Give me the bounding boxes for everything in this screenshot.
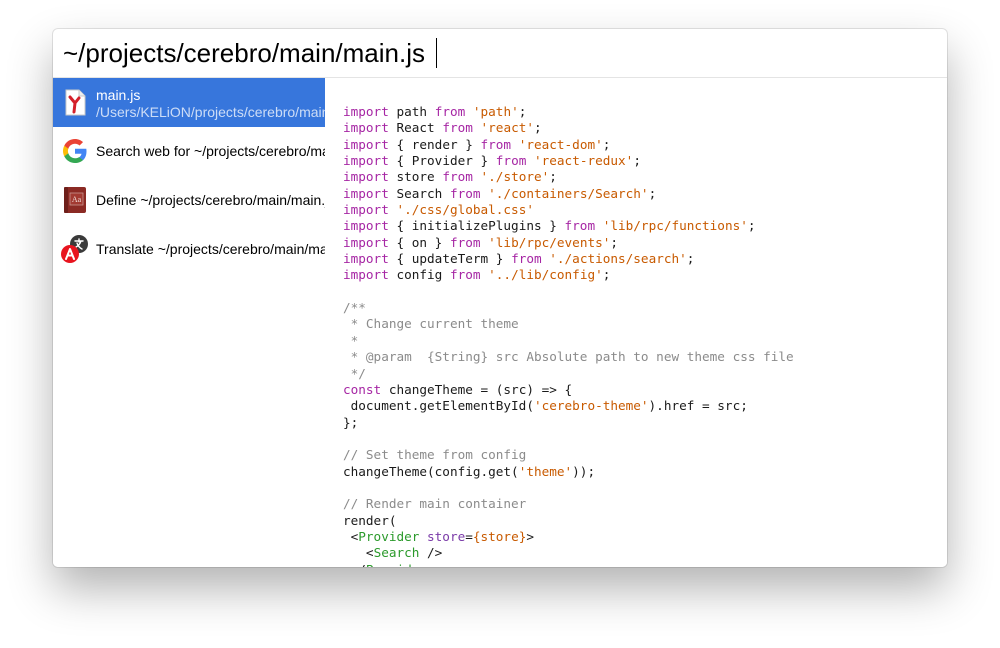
code-line: import './css/global.css': [343, 202, 534, 218]
code-line: import path from 'path';: [343, 104, 527, 119]
search-bar: [53, 29, 947, 78]
code-line: import Search from './containers/Search'…: [343, 185, 657, 201]
result-item-define[interactable]: Aa Define ~/projects/cerebro/main/main.j…: [53, 176, 325, 225]
results-list: main.js /Users/KELiON/projects/cerebro/m…: [53, 78, 325, 567]
result-item-file[interactable]: main.js /Users/KELiON/projects/cerebro/m…: [53, 78, 325, 127]
code-line: * Change current theme: [343, 316, 519, 332]
code-line: import { updateTerm } from './actions/se…: [343, 251, 695, 267]
code-line: document.getElementById('cerebro-theme')…: [343, 398, 748, 414]
file-icon: [59, 86, 91, 118]
launcher-window: main.js /Users/KELiON/projects/cerebro/m…: [53, 29, 947, 567]
result-title: Translate ~/projects/cerebro/main/main.j…: [96, 241, 325, 257]
code-line: import { render } from 'react-dom';: [343, 136, 611, 152]
search-input[interactable]: [63, 35, 923, 71]
code-line: <Provider store={store}>: [343, 528, 534, 544]
result-title: Search web for ~/projects/cerebro/main/m…: [96, 143, 325, 159]
translate-icon: [59, 233, 91, 265]
result-item-translate[interactable]: Translate ~/projects/cerebro/main/main.j…: [53, 225, 325, 274]
svg-text:Aa: Aa: [72, 195, 82, 204]
code-line: /**: [343, 300, 366, 316]
code-line: // Render main container: [343, 496, 527, 512]
code-line: import store from './store';: [343, 169, 557, 185]
google-icon: [59, 135, 91, 167]
code-line: // Set theme from config: [343, 447, 527, 463]
code-line: * @param {String} src Absolute path to n…: [343, 349, 794, 365]
code-line: */: [343, 365, 366, 381]
file-preview: import path from 'path'; import React fro…: [325, 78, 947, 567]
code-line: import { Provider } from 'react-redux';: [343, 153, 641, 169]
text-caret: [436, 38, 437, 68]
code-line: import React from 'react';: [343, 120, 542, 136]
code-line: const changeTheme = (src) => {: [343, 381, 573, 397]
code-line: import config from '../lib/config';: [343, 267, 611, 283]
code-line: import { initializePlugins } from 'lib/r…: [343, 218, 756, 234]
code-line: *: [343, 332, 359, 348]
dictionary-icon: Aa: [59, 184, 91, 216]
code-line: };: [343, 414, 359, 430]
result-subtitle: /Users/KELiON/projects/cerebro/main/main…: [96, 104, 325, 120]
result-item-search-web[interactable]: Search web for ~/projects/cerebro/main/m…: [53, 127, 325, 176]
code-line: changeTheme(config.get('theme'));: [343, 463, 596, 479]
code-line: render(: [343, 512, 397, 528]
code-line: <Search />: [343, 545, 443, 561]
result-title: Define ~/projects/cerebro/main/main.js: [96, 192, 325, 208]
code-preview: import path from 'path'; import React fro…: [343, 104, 794, 567]
result-title: main.js: [96, 87, 141, 103]
code-line: </Provider>: [343, 562, 794, 567]
code-line: import { on } from 'lib/rpc/events';: [343, 234, 619, 250]
